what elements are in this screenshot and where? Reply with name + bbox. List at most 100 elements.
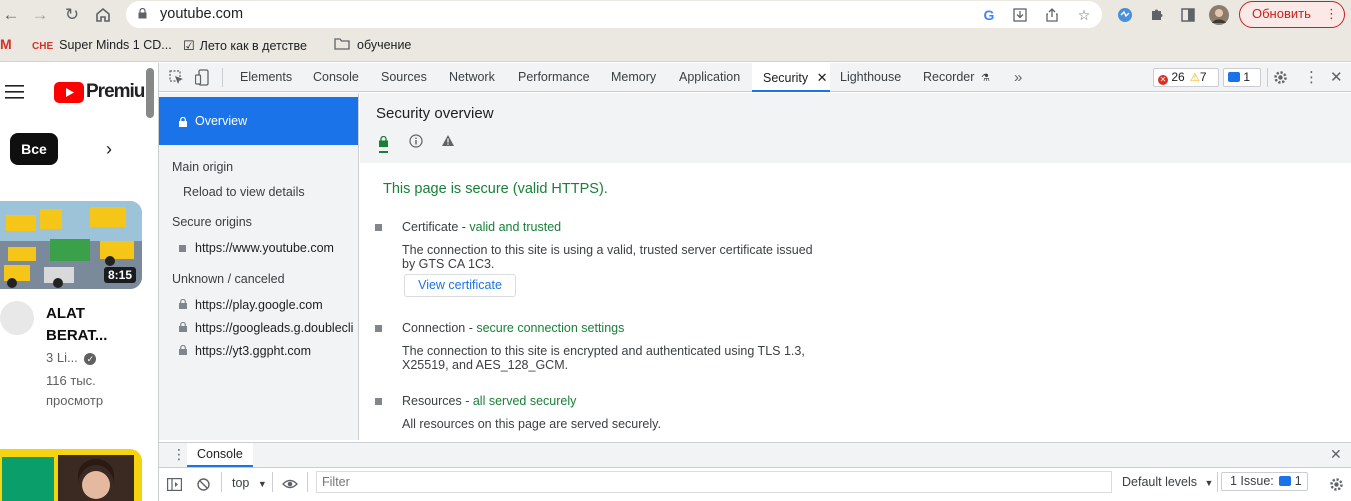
more-tabs-icon[interactable]: »: [1014, 63, 1022, 92]
puzzle-icon[interactable]: [1147, 5, 1167, 25]
kebab-menu-icon[interactable]: ⋮: [1304, 68, 1319, 86]
issues-count: 1: [1243, 70, 1251, 84]
bookmarks-bar: M CHE Super Minds 1 CD... ☑ Лето как в дет…: [0, 30, 1351, 62]
reload-icon[interactable]: ↻: [61, 4, 83, 26]
checkmark-icon: ☑: [183, 38, 195, 53]
context-selector[interactable]: top ▼: [232, 476, 267, 490]
sidebar-origin-youtube[interactable]: https://www.youtube.com: [195, 241, 334, 255]
issues-icon: [1279, 476, 1292, 486]
view-certificate-button[interactable]: View certificate: [404, 274, 516, 297]
tab-memory[interactable]: Memory: [611, 63, 656, 92]
sidebar-origin-play[interactable]: https://play.google.com: [195, 298, 323, 312]
sidebar-reload-hint[interactable]: Reload to view details: [183, 185, 305, 199]
divider: [272, 472, 273, 492]
forward-icon[interactable]: →: [29, 4, 51, 26]
sidebar-heading-unknown: Unknown / canceled: [172, 272, 285, 286]
resources-description: All resources on this page are served se…: [402, 417, 661, 431]
video-thumbnail[interactable]: 8:15: [0, 201, 142, 289]
chip-all[interactable]: Все: [10, 133, 58, 165]
close-tab-icon[interactable]: ✕: [817, 70, 828, 85]
security-overview-main: Security overview This page is secure (v…: [360, 93, 1351, 440]
tab-lighthouse[interactable]: Lighthouse: [840, 63, 901, 92]
home-icon[interactable]: [92, 4, 114, 26]
che-icon: CHE: [32, 41, 54, 52]
certificate-status: valid and trusted: [469, 220, 562, 234]
clear-console-icon[interactable]: [197, 478, 210, 491]
video-thumbnail-2[interactable]: [0, 449, 142, 501]
browser-toolbar: ← → ↻ youtube.com G ☆ Обновить ⋮: [0, 0, 1351, 30]
tab-recorder[interactable]: Recorder ⚗: [923, 63, 990, 92]
share-icon[interactable]: [1043, 6, 1061, 24]
issues-counter[interactable]: 1: [1223, 68, 1261, 87]
sidebar-item-overview[interactable]: Overview: [159, 97, 358, 145]
drawer-tab-console[interactable]: Console: [187, 443, 253, 467]
back-icon[interactable]: ←: [0, 4, 22, 26]
bookmark-summer[interactable]: ☑ Лето как в детстве: [183, 38, 307, 54]
log-levels-dropdown[interactable]: Default levels ▼: [1122, 475, 1213, 489]
tab-network[interactable]: Network: [449, 63, 495, 92]
update-button[interactable]: Обновить ⋮: [1239, 1, 1345, 28]
chevron-right-icon[interactable]: ›: [106, 139, 112, 160]
inspect-element-icon[interactable]: [169, 70, 184, 85]
verified-icon: ✓: [84, 353, 97, 365]
hamburger-menu-icon[interactable]: [5, 85, 24, 99]
sidebar-origin-googleads[interactable]: https://googleads.g.doublecli: [195, 321, 358, 335]
google-icon[interactable]: G: [980, 6, 998, 24]
tab-performance[interactable]: Performance: [518, 63, 590, 92]
sidebar-heading-secure-origins: Secure origins: [172, 215, 252, 229]
certificate-heading: Certificate - valid and trusted: [402, 220, 561, 234]
tab-elements[interactable]: Elements: [240, 63, 292, 92]
sidebar-origin-yt3[interactable]: https://yt3.ggpht.com: [195, 344, 311, 358]
gmail-icon[interactable]: M: [0, 36, 12, 52]
youtube-scrollbar[interactable]: [146, 68, 154, 118]
side-panel-icon[interactable]: [1178, 5, 1198, 25]
update-label: Обновить: [1252, 6, 1311, 21]
tab-sources[interactable]: Sources: [381, 63, 427, 92]
channel-name[interactable]: 3 Li... ✓: [46, 350, 97, 365]
channel-avatar[interactable]: [0, 301, 34, 335]
avatar[interactable]: [1209, 5, 1229, 25]
tab-console[interactable]: Console: [313, 63, 359, 92]
dropdown-arrow-icon: ▼: [257, 479, 267, 489]
settings-gear-icon[interactable]: [1273, 70, 1288, 85]
install-icon[interactable]: [1011, 6, 1029, 24]
drawer-menu-icon[interactable]: ⋮: [172, 446, 186, 463]
tab-security[interactable]: Security ✕: [752, 63, 830, 92]
tab-application[interactable]: Application: [679, 63, 740, 92]
divider: [222, 68, 223, 87]
warning-icon: ⚠: [1190, 72, 1200, 84]
context-label: top: [232, 476, 250, 490]
youtube-page: Premiu Все › 8:15 ALAT BERAT... 3 Li... …: [0, 63, 158, 501]
extension-icon[interactable]: [1115, 5, 1135, 25]
bookmark-folder-learning[interactable]: обучение: [334, 38, 411, 52]
close-drawer-icon[interactable]: ✕: [1330, 446, 1342, 463]
live-expression-eye-icon[interactable]: [282, 479, 298, 489]
views-line: 116 тыс.: [46, 373, 96, 388]
show-sidebar-icon[interactable]: [167, 478, 182, 491]
desc-line: The connection to this site is encrypted…: [402, 344, 805, 358]
video-title[interactable]: ALAT BERAT...: [46, 303, 107, 347]
lock-icon: [179, 345, 187, 355]
bookmark-super-minds[interactable]: CHE Super Minds 1 CD...: [32, 38, 172, 52]
bookmark-star-icon[interactable]: ☆: [1075, 6, 1093, 24]
resources-status: all served securely: [472, 394, 577, 408]
console-settings-gear-icon[interactable]: [1329, 477, 1344, 492]
lock-icon: [179, 117, 187, 127]
close-devtools-icon[interactable]: ✕: [1330, 68, 1343, 86]
channel-name-text: 3 Li...: [46, 350, 78, 365]
connection-description: The connection to this site is encrypted…: [402, 344, 805, 372]
connection-heading: Connection - secure connection settings: [402, 321, 624, 335]
warnings-count: 7: [1199, 70, 1207, 84]
lock-icon[interactable]: [138, 8, 147, 19]
address-bar[interactable]: youtube.com G ☆: [126, 1, 1102, 28]
sidebar-overview-label: Overview: [195, 114, 248, 128]
security-header: Security overview: [360, 93, 1351, 163]
error-warning-counter[interactable]: ✕ 26 ⚠7: [1153, 68, 1219, 87]
youtube-logo-icon[interactable]: [54, 82, 84, 103]
devtools-panel: Elements Console Sources Network Perform…: [158, 63, 1351, 501]
menu-dots-icon: ⋮: [1325, 6, 1338, 21]
console-filter-input[interactable]: [316, 471, 1112, 493]
certificate-description: The connection to this site is using a v…: [402, 243, 813, 271]
console-issues-button[interactable]: 1 Issue: 1: [1221, 472, 1308, 491]
device-toolbar-icon[interactable]: [195, 69, 209, 86]
